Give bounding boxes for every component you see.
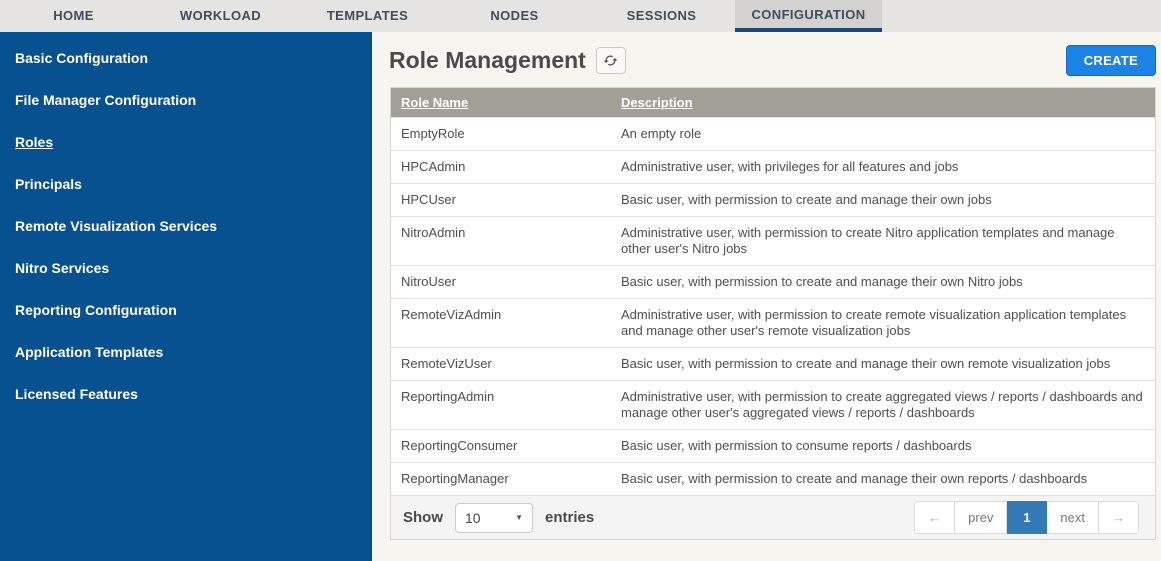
sidebar-item-roles[interactable]: Roles	[0, 121, 372, 163]
sidebar-item-nitro-services[interactable]: Nitro Services	[0, 247, 372, 289]
description-cell: Basic user, with permission to consume r…	[621, 438, 972, 453]
role-name-cell: ReportingConsumer	[401, 438, 518, 453]
title-row: Role Management CREATE	[372, 32, 1161, 87]
sidebar-item-remote-visualization-services[interactable]: Remote Visualization Services	[0, 205, 372, 247]
table-row[interactable]: NitroUser Basic user, with permission to…	[391, 265, 1155, 298]
description-cell: An empty role	[621, 126, 702, 141]
table-row[interactable]: EmptyRole An empty role	[391, 117, 1155, 150]
description-cell: Basic user, with permission to create an…	[621, 471, 1088, 486]
page-title: Role Management	[389, 46, 586, 73]
roles-table: Role Name Description EmptyRole An empty…	[390, 87, 1156, 540]
description-cell: Basic user, with permission to create an…	[621, 356, 1111, 371]
role-name-cell: RemoteVizUser	[401, 356, 492, 371]
role-name-cell: HPCAdmin	[401, 159, 466, 174]
role-name-cell: NitroUser	[401, 274, 456, 289]
table-row[interactable]: HPCUser Basic user, with permission to c…	[391, 183, 1155, 216]
nav-tab-home[interactable]: HOME	[0, 0, 147, 32]
role-name-cell: EmptyRole	[401, 126, 465, 141]
nav-tab-nodes[interactable]: NODES	[441, 0, 588, 32]
top-nav: HOME WORKLOAD TEMPLATES NODES SESSIONS C…	[0, 0, 1161, 32]
nav-tab-workload[interactable]: WORKLOAD	[147, 0, 294, 32]
table-row[interactable]: HPCAdmin Administrative user, with privi…	[391, 150, 1155, 183]
sidebar-item-principals[interactable]: Principals	[0, 163, 372, 205]
table-row[interactable]: ReportingAdmin Administrative user, with…	[391, 380, 1155, 429]
table-header: Role Name Description	[391, 88, 1155, 117]
show-label: Show	[403, 509, 443, 526]
role-name-cell: RemoteVizAdmin	[401, 307, 502, 322]
column-header-description[interactable]: Description	[611, 95, 703, 110]
column-header-role-name[interactable]: Role Name	[391, 95, 611, 110]
description-cell: Administrative user, with permission to …	[621, 389, 1143, 420]
main-content: Role Management CREATE Role Name Descrip…	[372, 32, 1161, 561]
entries-label: entries	[545, 509, 595, 526]
pagination-last-button[interactable]: →	[1099, 501, 1139, 534]
role-name-cell: ReportingManager	[401, 471, 509, 486]
create-button[interactable]: CREATE	[1065, 44, 1156, 76]
sidebar-item-file-manager-configuration[interactable]: File Manager Configuration	[0, 79, 372, 121]
pagination-page-1-button[interactable]: 1	[1007, 501, 1048, 534]
table-row[interactable]: RemoteVizAdmin Administrative user, with…	[391, 298, 1155, 347]
pagination-prev-button[interactable]: prev	[955, 501, 1008, 534]
sidebar-item-reporting-configuration[interactable]: Reporting Configuration	[0, 289, 372, 331]
page-size-select[interactable]: 10 ▼	[455, 502, 533, 533]
nav-tab-configuration[interactable]: CONFIGURATION	[735, 0, 882, 32]
table-footer: Show 10 ▼ entries ← prev 1 next →	[391, 495, 1155, 539]
sidebar-item-licensed-features[interactable]: Licensed Features	[0, 373, 372, 415]
pagination-next-button[interactable]: next	[1047, 501, 1099, 534]
sidebar-item-basic-configuration[interactable]: Basic Configuration	[0, 37, 372, 79]
description-cell: Administrative user, with permission to …	[621, 225, 1115, 256]
description-cell: Basic user, with permission to create an…	[621, 192, 992, 207]
page-size-value: 10	[465, 509, 481, 526]
table-row[interactable]: RemoteVizUser Basic user, with permissio…	[391, 347, 1155, 380]
refresh-button[interactable]	[595, 46, 626, 74]
sidebar: Basic Configuration File Manager Configu…	[0, 32, 372, 561]
table-row[interactable]: NitroAdmin Administrative user, with per…	[391, 216, 1155, 265]
refresh-icon	[603, 55, 618, 65]
pagination: ← prev 1 next →	[914, 501, 1139, 534]
nav-tab-sessions[interactable]: SESSIONS	[588, 0, 735, 32]
role-name-cell: HPCUser	[401, 192, 456, 207]
role-name-cell: ReportingAdmin	[401, 389, 495, 404]
description-cell: Basic user, with permission to create an…	[621, 274, 1023, 289]
description-cell: Administrative user, with privileges for…	[621, 159, 959, 174]
table-row[interactable]: ReportingConsumer Basic user, with permi…	[391, 429, 1155, 462]
nav-tab-templates[interactable]: TEMPLATES	[294, 0, 441, 32]
caret-down-icon: ▼	[515, 513, 523, 522]
role-name-cell: NitroAdmin	[401, 225, 466, 240]
sidebar-item-application-templates[interactable]: Application Templates	[0, 331, 372, 373]
description-cell: Administrative user, with permission to …	[621, 307, 1127, 338]
table-row[interactable]: ReportingManager Basic user, with permis…	[391, 462, 1155, 495]
pagination-first-button[interactable]: ←	[914, 501, 956, 534]
